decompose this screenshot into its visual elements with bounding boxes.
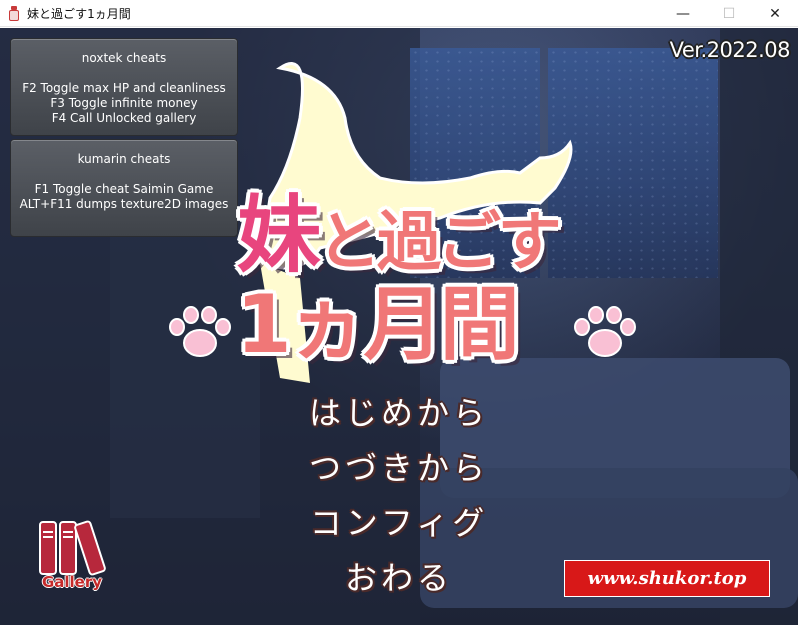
version-label: Ver.2022.08 — [669, 38, 791, 62]
cheat-line: F4 Call Unlocked gallery — [51, 111, 197, 125]
cheat-line: F2 Toggle max HP and cleanliness — [22, 81, 226, 95]
menu-config[interactable]: コンフィグ — [0, 498, 798, 544]
cheat-line: ALT+F11 dumps texture2D images — [19, 197, 229, 211]
window-controls: — ☐ ✕ — [660, 0, 798, 27]
window-titlebar: 妹と過ごす1ヵ月間 — ☐ ✕ — [0, 0, 798, 27]
close-button[interactable]: ✕ — [752, 0, 798, 27]
cheat-panel-noxtek: noxtek cheats F2 Toggle max HP and clean… — [10, 38, 238, 136]
site-url-banner[interactable]: www.shukor.top — [564, 560, 770, 597]
cheat-panel-kumarin: kumarin cheats F1 Toggle cheat Saimin Ga… — [10, 139, 238, 237]
maximize-button[interactable]: ☐ — [706, 0, 752, 27]
paw-print-icon — [169, 306, 231, 357]
cheat-panel-heading: kumarin cheats — [77, 152, 171, 166]
books-icon — [39, 520, 106, 576]
window-title: 妹と過ごす1ヵ月間 — [27, 6, 131, 21]
app-bottle-icon — [9, 5, 19, 21]
game-logo-line2: 1ヵ月間 — [236, 278, 520, 371]
cheat-line: F1 Toggle cheat Saimin Game — [34, 182, 214, 196]
title-screen: noxtek cheats F2 Toggle max HP and clean… — [0, 28, 798, 625]
minimize-button[interactable]: — — [660, 0, 706, 27]
paw-print-icon — [574, 306, 636, 357]
cheat-line: F3 Toggle infinite money — [50, 96, 198, 110]
menu-new-game[interactable]: はじめから — [0, 388, 798, 434]
cheat-panel-heading: noxtek cheats — [81, 51, 167, 65]
gallery-label: Gallery — [41, 573, 103, 591]
menu-continue[interactable]: つづきから — [0, 443, 798, 489]
gallery-button[interactable]: Gallery — [36, 518, 108, 598]
